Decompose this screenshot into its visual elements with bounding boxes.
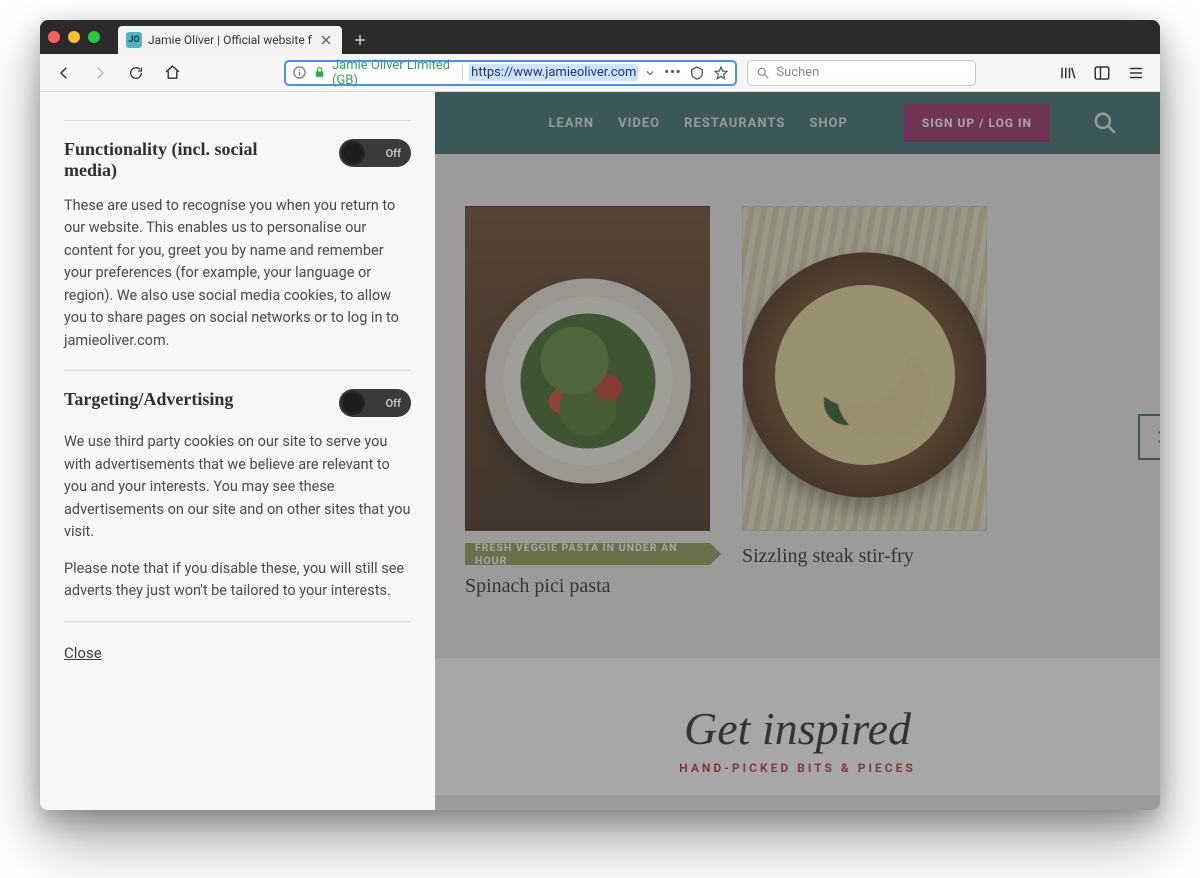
recipe-carousel: FRESH VEGGIE PASTA IN UNDER AN HOUR Spin… (455, 154, 1160, 618)
urlbar-actions: ••• (644, 65, 729, 81)
cookie-section-targeting: Targeting/Advertising Off We use third p… (64, 389, 411, 602)
functionality-toggle[interactable]: Off (339, 139, 411, 167)
cookie-section-functionality: Functionality (incl. social media) Off T… (64, 139, 411, 352)
primary-nav: LEARN VIDEO RESTAURANTS SHOP (548, 116, 847, 131)
urlbar-container: Jamie Oliver Limited (GB) https://www.ja… (194, 60, 1046, 86)
toolbar-right (1054, 59, 1150, 87)
home-button[interactable] (158, 59, 186, 87)
browser-tab[interactable]: JO Jamie Oliver | Official website f (118, 26, 342, 54)
inspired-subtitle: HAND-PICKED BITS & PIECES (435, 761, 1160, 775)
cookie-section-text: Please note that if you disable these, y… (64, 558, 411, 603)
recipe-image (465, 206, 710, 531)
signup-login-button[interactable]: SIGN UP / LOG IN (904, 104, 1050, 142)
cookie-section-text: These are used to recognise you when you… (64, 195, 411, 352)
recipe-card[interactable]: Sizzling steak stir-fry (742, 206, 987, 598)
tab-title: Jamie Oliver | Official website f (148, 33, 312, 47)
tab-strip: JO Jamie Oliver | Official website f (40, 20, 1160, 54)
back-button[interactable] (50, 59, 78, 87)
search-bar[interactable]: Suchen (747, 60, 976, 86)
site-search-button[interactable] (1074, 92, 1136, 154)
url-bar[interactable]: Jamie Oliver Limited (GB) https://www.ja… (284, 60, 737, 86)
library-button[interactable] (1054, 59, 1082, 87)
reload-button[interactable] (122, 59, 150, 87)
search-icon (756, 66, 770, 80)
recipe-ribbon: FRESH VEGGIE PASTA IN UNDER AN HOUR (465, 543, 710, 565)
targeting-toggle[interactable]: Off (339, 389, 411, 417)
toggle-state-label: Off (386, 397, 401, 410)
browser-window: JO Jamie Oliver | Official website f (40, 20, 1160, 810)
app-menu-button[interactable] (1122, 59, 1150, 87)
forward-button[interactable] (86, 59, 114, 87)
tls-org-name: Jamie Oliver Limited (GB) (332, 58, 456, 88)
cookie-section-text: We use third party cookies on our site t… (64, 431, 411, 543)
reader-mode-icon[interactable] (689, 65, 705, 81)
tab-close-button[interactable] (318, 32, 334, 48)
toggle-knob (342, 392, 364, 414)
tab-favicon: JO (126, 32, 142, 48)
recipe-card[interactable]: FRESH VEGGIE PASTA IN UNDER AN HOUR Spin… (465, 206, 710, 598)
recipe-title: Sizzling steak stir-fry (742, 545, 987, 568)
nav-learn[interactable]: LEARN (548, 116, 594, 131)
nav-restaurants[interactable]: RESTAURANTS (684, 116, 785, 131)
sidebar-button[interactable] (1088, 59, 1116, 87)
window-controls (48, 31, 100, 43)
recipe-image (742, 206, 987, 531)
new-tab-button[interactable] (348, 28, 372, 52)
lock-icon (313, 66, 326, 79)
cookie-settings-panel: Functionality (incl. social media) Off T… (40, 92, 435, 810)
toggle-knob (342, 142, 364, 164)
cookie-close-link[interactable]: Close (64, 644, 102, 662)
site-info-icon[interactable] (292, 65, 307, 80)
toolbar: Jamie Oliver Limited (GB) https://www.ja… (40, 54, 1160, 92)
inspired-title: Get inspired (435, 702, 1160, 755)
cookie-section-heading: Functionality (incl. social media) (64, 139, 284, 181)
dropdown-icon[interactable] (644, 67, 656, 79)
recipe-title: Spinach pici pasta (465, 575, 710, 598)
url-text[interactable]: https://www.jamieoliver.com (469, 64, 638, 81)
nav-video[interactable]: VIDEO (618, 116, 660, 131)
bookmark-icon[interactable] (713, 65, 729, 81)
cookie-section-heading: Targeting/Advertising (64, 389, 233, 410)
window-zoom-button[interactable] (88, 31, 100, 43)
search-placeholder: Suchen (776, 65, 819, 80)
carousel-next-button[interactable] (1138, 414, 1160, 460)
toggle-state-label: Off (386, 147, 401, 160)
window-close-button[interactable] (48, 31, 60, 43)
window-minimize-button[interactable] (68, 31, 80, 43)
content-area: LEARN VIDEO RESTAURANTS SHOP SIGN UP / L… (40, 92, 1160, 810)
page-actions-icon[interactable]: ••• (664, 65, 681, 80)
inspired-section: Get inspired HAND-PICKED BITS & PIECES (435, 658, 1160, 795)
urlbar-separator (462, 65, 463, 81)
nav-shop[interactable]: SHOP (809, 116, 848, 131)
